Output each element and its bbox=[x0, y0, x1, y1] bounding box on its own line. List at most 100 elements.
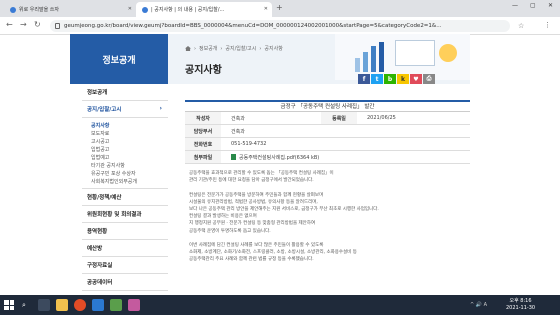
sidebar-item-label: 공지/입찰/고시 bbox=[87, 107, 122, 113]
minimize-icon[interactable]: — bbox=[512, 2, 518, 9]
sidebar-item-archive[interactable]: 구정자료실 bbox=[82, 257, 168, 274]
breadcrumb-item[interactable]: 공지/입찰/고시 bbox=[225, 45, 256, 52]
sidebar-subitem[interactable]: 보도자료 bbox=[82, 129, 168, 137]
sidebar-header: 정보공개 bbox=[70, 34, 168, 84]
new-tab-icon[interactable]: + bbox=[276, 3, 283, 12]
share-bar: f t b k ♥ ⎙ bbox=[358, 74, 435, 84]
url-input[interactable]: geumjeong.go.kr/board/view.geumj?boardId… bbox=[50, 20, 510, 32]
dept-label: 담당부서 bbox=[185, 125, 221, 137]
breadcrumb-sep-icon: › bbox=[194, 45, 196, 52]
browser-menu-icon[interactable]: ⋮ bbox=[544, 21, 551, 29]
sidebar-item-label: 구정자료실 bbox=[87, 263, 113, 269]
sidebar-subitem[interactable]: 사회복지법인외부공개 bbox=[82, 177, 168, 185]
attachment-name: 공동주택컨설팅사례집.pdf(6364 kB) bbox=[239, 154, 320, 161]
tab-title: | 공지사항 | 의 내용 | 공지/입찰/... bbox=[151, 7, 225, 13]
sidebar-subitem[interactable]: 고시공고 bbox=[82, 137, 168, 145]
close-icon[interactable]: ✕ bbox=[264, 6, 268, 12]
tab-title: 위로 우리말을 쓰자 bbox=[19, 7, 59, 13]
forward-icon[interactable]: → bbox=[20, 20, 27, 29]
taskbar-clock[interactable]: 오후 8:16 2021-11-30 bbox=[506, 298, 535, 312]
like-icon[interactable]: ♥ bbox=[410, 74, 422, 84]
body-line: 소화제, 소방계단, 소화기/소화전, 스프링클러, 소방, 소방시설, 소방관… bbox=[189, 250, 357, 256]
sidebar-item-label: 위원회현황 및 회의결과 bbox=[87, 212, 142, 218]
reload-icon[interactable]: ↻ bbox=[34, 20, 41, 29]
body-line: 컨설팅 결과 발생하는 비용은 없으며 bbox=[189, 214, 257, 220]
facebook-icon[interactable]: f bbox=[358, 74, 370, 84]
twitter-icon[interactable]: t bbox=[371, 74, 383, 84]
sidebar-subitem[interactable]: 공지사항 bbox=[82, 121, 168, 129]
post-view: 금정구 「공동주택 컨설팅 사례집」 발간 작성자 건축과 등록일 2021/0… bbox=[185, 100, 470, 264]
sidebar-item-info[interactable]: 정보공개 bbox=[82, 84, 168, 101]
close-window-icon[interactable]: ✕ bbox=[548, 2, 553, 9]
body-line: 이번 사례집에 담긴 컨설팅 사례를 보다 많은 주민들이 활용할 수 있도록 bbox=[189, 243, 324, 249]
browser-tab-2[interactable]: | 공지사항 | 의 내용 | 공지/입찰/... ✕ bbox=[136, 2, 272, 17]
clock-date: 2021-11-30 bbox=[506, 305, 536, 311]
body-line: 공동주택을 효과적으로 관리할 수 있도록 돕는 「공동주택 컨설팅 사례집」이 bbox=[189, 171, 334, 176]
sidebar-item-notice[interactable]: 공지/입찰/고시 › bbox=[82, 101, 168, 118]
kakao-icon[interactable]: k bbox=[397, 74, 409, 84]
chrome-icon[interactable] bbox=[74, 299, 86, 311]
file-explorer-icon[interactable] bbox=[56, 299, 68, 311]
browser-tab-1[interactable]: 위로 우리말을 쓰자 ✕ bbox=[4, 2, 136, 17]
post-meta-row: 작성자 건축과 등록일 2021/06/25 bbox=[185, 112, 470, 125]
breadcrumb-sep-icon: › bbox=[220, 45, 223, 52]
clock-time: 오후 8:16 bbox=[509, 298, 532, 304]
sidebar-item-policy[interactable]: 현황/정책/예산 bbox=[82, 189, 168, 206]
body-line: 공동주택관리 주요 사례와 함께 관련 법률 규정 등을 수록했습니다. bbox=[189, 257, 314, 263]
sidebar-item-label: 정보공개 bbox=[87, 90, 108, 96]
app-icon[interactable] bbox=[92, 299, 104, 311]
body-line: 컨설팅은 전문가가 공동주택을 방문하여 주민들과 함께 현황을 살펴보며 bbox=[189, 192, 324, 198]
sidebar-subitem[interactable]: 입법예고 bbox=[82, 153, 168, 161]
sidebar-item-committee[interactable]: 위원회현황 및 회의결과 bbox=[82, 206, 168, 223]
sidebar-subitem[interactable]: 입법공고 bbox=[82, 145, 168, 153]
body-line bbox=[189, 184, 466, 191]
breadcrumb-item[interactable]: 공지사항 bbox=[264, 45, 282, 52]
body-line: 보다 나은 공동주택 관리 방안을 제안해주는 지원 서비스로, 금정구가 부산… bbox=[189, 207, 379, 213]
sidebar-item-budget[interactable]: 예산방 bbox=[82, 240, 168, 257]
blog-icon[interactable]: b bbox=[384, 74, 396, 84]
body-line: 시설물의 유지관리방법, 적법한 공사방법, 유의사항 등을 알려드리며, bbox=[189, 199, 318, 205]
url-text: geumjeong.go.kr/board/view.geumj?boardId… bbox=[64, 23, 442, 29]
task-view-icon[interactable] bbox=[38, 299, 50, 311]
print-icon[interactable]: ⎙ bbox=[423, 74, 435, 84]
close-icon[interactable]: ✕ bbox=[128, 6, 132, 12]
sidebar-item-service[interactable]: 용역현황 bbox=[82, 223, 168, 240]
body-line: 관리 기관/주민 등에 대한 요청을 담아 금정구에서 발간되었습니다. bbox=[189, 178, 314, 184]
chevron-right-icon: › bbox=[159, 105, 162, 112]
post-meta-row: 첨부파일 공동주택컨설팅사례집.pdf(6364 kB) bbox=[185, 151, 470, 164]
sidebar: 정보공개 공지/입찰/고시 › 공지사항 보도자료 고시공고 입법공고 입법예고 … bbox=[82, 84, 168, 291]
back-icon[interactable]: ← bbox=[6, 20, 13, 29]
sidebar-subitem[interactable]: 타기관 공지사항 bbox=[82, 161, 168, 169]
bookmark-star-icon[interactable]: ☆ bbox=[518, 22, 524, 30]
breadcrumb-item[interactable]: 정보공개 bbox=[199, 45, 217, 52]
attachment-link[interactable]: 공동주택컨설팅사례집.pdf(6364 kB) bbox=[221, 154, 319, 161]
favicon-icon bbox=[142, 6, 148, 13]
body-line bbox=[189, 235, 466, 242]
phone-value: 051-519-4732 bbox=[231, 141, 267, 147]
maximize-icon[interactable]: ▢ bbox=[530, 2, 536, 9]
favicon-icon bbox=[10, 6, 16, 13]
body-line: 공동주택 운영이 투명하도록 돕고 있습니다. bbox=[189, 228, 271, 234]
breadcrumb: › 정보공개 › 공지/입찰/고시 › 공지사항 bbox=[185, 45, 283, 52]
date-value: 2021/06/25 bbox=[367, 115, 396, 121]
home-icon[interactable] bbox=[185, 46, 191, 51]
windows-start-icon[interactable] bbox=[4, 300, 14, 310]
system-tray[interactable]: ^ 🔊 A bbox=[470, 302, 487, 308]
post-body: 공동주택을 효과적으로 관리할 수 있도록 돕는 「공동주택 컨설팅 사례집」이… bbox=[185, 170, 470, 264]
post-meta-row: 전화번호 051-519-4732 bbox=[185, 138, 470, 151]
search-icon[interactable]: ⌕ bbox=[22, 301, 26, 310]
post-title: 금정구 「공동주택 컨설팅 사례집」 발간 bbox=[185, 100, 470, 112]
phone-label: 전화번호 bbox=[185, 138, 221, 150]
address-bar: ← → ↻ geumjeong.go.kr/board/view.geumj?b… bbox=[0, 17, 560, 35]
sidebar-item-opendata[interactable]: 공공데이터 bbox=[82, 274, 168, 291]
lock-icon[interactable] bbox=[55, 23, 60, 29]
sidebar-item-label: 예산방 bbox=[87, 246, 103, 252]
file-icon bbox=[231, 154, 236, 160]
app-icon[interactable] bbox=[128, 299, 140, 311]
sidebar-subitem[interactable]: 유공구민 포상 수상자 bbox=[82, 169, 168, 177]
app-icon[interactable] bbox=[110, 299, 122, 311]
sidebar-submenu: 공지사항 보도자료 고시공고 입법공고 입법예고 타기관 공지사항 유공구민 포… bbox=[82, 118, 168, 189]
sidebar-item-label: 현황/정책/예산 bbox=[87, 195, 122, 201]
author-value: 건축과 bbox=[231, 115, 245, 122]
attachment-label: 첨부파일 bbox=[185, 151, 221, 163]
